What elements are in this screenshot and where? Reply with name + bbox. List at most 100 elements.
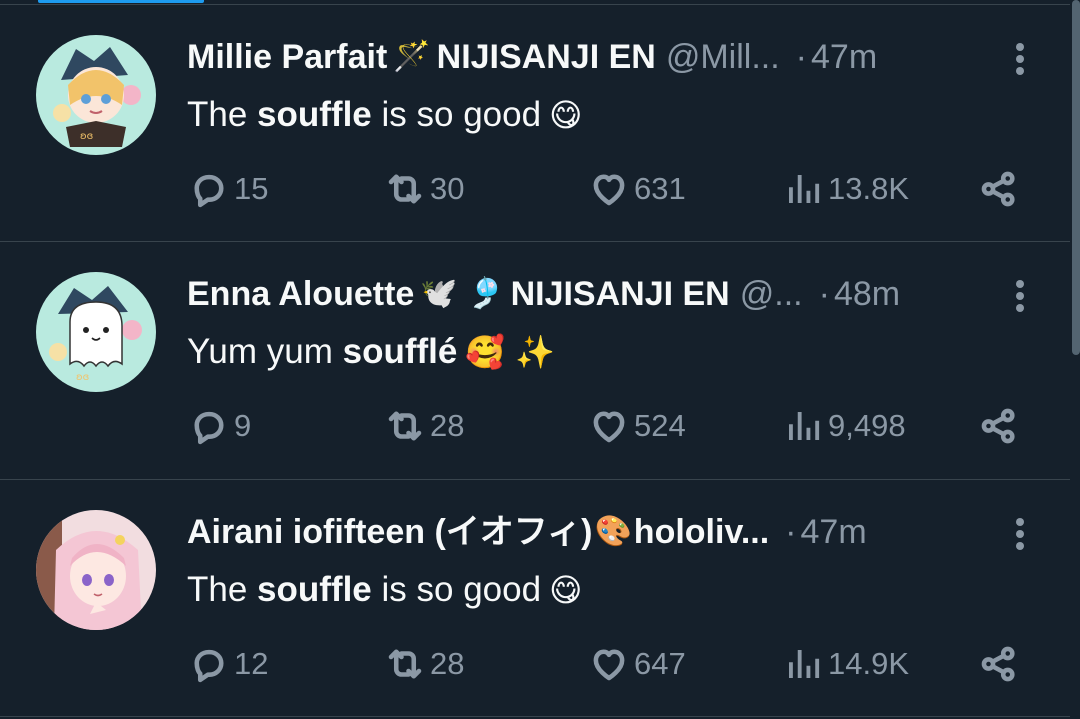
more-icon-dot (1016, 67, 1024, 75)
views-icon (789, 175, 820, 203)
view-count: 13.8K (828, 171, 910, 206)
affiliation[interactable]: hololiv... (634, 510, 769, 554)
reply-button[interactable]: 12 (188, 640, 268, 688)
retweet-icon (388, 649, 422, 679)
action-bar: 15 30 631 13.8K (188, 165, 1038, 213)
svg-text:ʚɞ: ʚɞ (80, 131, 93, 142)
tweet[interactable]: ʚɞ Enna Alouette 🕊️ 🎐 NIJISANJI EN @... … (0, 241, 1070, 480)
display-name[interactable]: Enna Alouette (187, 272, 414, 316)
action-bar: 9 28 524 9,498 (188, 402, 1038, 450)
tweet-header: Millie Parfait 🪄 NIJISANJI EN @Mill... ·… (187, 35, 987, 79)
retweet-count: 28 (430, 408, 465, 443)
more-icon (1016, 518, 1024, 526)
share-button[interactable] (978, 165, 1024, 213)
avatar[interactable] (36, 510, 156, 630)
avatar[interactable]: ʚɞ (36, 35, 156, 155)
separator-dot: · (785, 513, 797, 551)
display-name[interactable]: Airani iofifteen (イオフィ) (187, 510, 592, 554)
name-emoji: 🎨 (594, 514, 632, 549)
scrollbar[interactable] (1070, 0, 1080, 719)
heart-icon (593, 649, 625, 681)
name-emoji: 🪄 (393, 39, 431, 74)
retweet-icon (388, 411, 422, 441)
separator-dot: · (795, 38, 807, 76)
views-button[interactable]: 9,498 (782, 402, 906, 450)
more-button[interactable] (1006, 39, 1034, 79)
text-emoji: 😋 (549, 96, 583, 134)
like-count: 524 (634, 408, 686, 443)
affiliation[interactable]: NIJISANJI EN (437, 35, 656, 79)
like-button[interactable]: 631 (588, 165, 686, 213)
more-icon-dot (1016, 542, 1024, 550)
text-bold: souffle (257, 570, 372, 609)
tweet-text: Yum yum soufflé 🥰 ✨ (187, 328, 555, 376)
views-button[interactable]: 13.8K (782, 165, 909, 213)
svg-text:ʚɞ: ʚɞ (76, 372, 89, 383)
retweet-button[interactable]: 30 (384, 165, 464, 213)
like-button[interactable]: 524 (588, 402, 686, 450)
heart-icon (593, 411, 625, 443)
more-icon-dot (1016, 292, 1024, 300)
views-icon (789, 412, 820, 440)
reply-icon (194, 411, 224, 445)
more-icon (1016, 280, 1024, 288)
text-emoji: 😋 (549, 571, 583, 609)
view-count: 14.9K (828, 646, 910, 681)
divider (0, 716, 1070, 717)
separator-dot: · (818, 275, 830, 313)
retweet-button[interactable]: 28 (384, 402, 464, 450)
reply-button[interactable]: 15 (188, 165, 268, 213)
share-icon (981, 171, 1015, 207)
text-after: is so good (371, 95, 542, 134)
tweet[interactable]: Airani iofifteen (イオフィ) 🎨 hololiv... · 4… (0, 479, 1070, 718)
affiliation[interactable]: NIJISANJI EN (511, 272, 730, 316)
more-button[interactable] (1006, 276, 1034, 316)
timestamp[interactable]: 47m (811, 35, 877, 79)
retweet-count: 28 (430, 646, 465, 681)
views-button[interactable]: 14.9K (782, 640, 909, 688)
more-icon-dot (1016, 55, 1024, 63)
views-icon (789, 650, 820, 678)
more-icon-dot (1016, 304, 1024, 312)
handle[interactable]: @... (740, 272, 803, 316)
more-button[interactable] (1006, 514, 1034, 554)
tweet[interactable]: ʚɞ Millie Parfait 🪄 NIJISANJI EN @Mill..… (0, 4, 1070, 242)
reply-button[interactable]: 9 (188, 402, 251, 450)
text-after: is so good (371, 570, 542, 609)
heart-icon (593, 174, 625, 206)
share-button[interactable] (978, 402, 1024, 450)
action-bar: 12 28 647 14.9K (188, 640, 1038, 688)
display-name[interactable]: Millie Parfait (187, 35, 387, 79)
handle[interactable]: @Mill... (666, 35, 780, 79)
view-count: 9,498 (828, 408, 906, 443)
scrollbar-thumb[interactable] (1072, 0, 1080, 355)
timestamp[interactable]: 47m (801, 510, 867, 554)
text-bold: souffle (257, 95, 372, 134)
like-button[interactable]: 647 (588, 640, 686, 688)
like-count: 631 (634, 171, 686, 206)
retweet-button[interactable]: 28 (384, 640, 464, 688)
reply-count: 9 (234, 408, 252, 443)
text-bold: soufflé (342, 332, 458, 371)
retweet-icon (388, 174, 422, 204)
chibi-millie-avatar-icon: ʚɞ (36, 35, 156, 155)
pink-hair-girl-avatar-icon (36, 510, 156, 630)
like-count: 647 (634, 646, 686, 681)
tweet-header: Enna Alouette 🕊️ 🎐 NIJISANJI EN @... · 4… (187, 272, 987, 316)
reply-icon (194, 174, 224, 208)
top-tab-indicator (38, 0, 204, 3)
text-before: The (187, 95, 258, 134)
more-icon (1016, 43, 1024, 51)
share-icon (981, 646, 1015, 682)
more-icon-dot (1016, 530, 1024, 538)
reply-count: 12 (234, 646, 269, 681)
share-button[interactable] (978, 640, 1024, 688)
tweet-text: The souffle is so good 😋 (187, 91, 582, 139)
timestamp[interactable]: 48m (834, 272, 900, 316)
tweet-header: Airani iofifteen (イオフィ) 🎨 hololiv... · 4… (187, 510, 987, 554)
avatar[interactable]: ʚɞ (36, 272, 156, 392)
name-emoji: 🕊️ 🎐 (420, 276, 505, 311)
reply-icon (194, 649, 224, 683)
text-before: Yum yum (187, 332, 343, 371)
retweet-count: 30 (430, 171, 465, 206)
